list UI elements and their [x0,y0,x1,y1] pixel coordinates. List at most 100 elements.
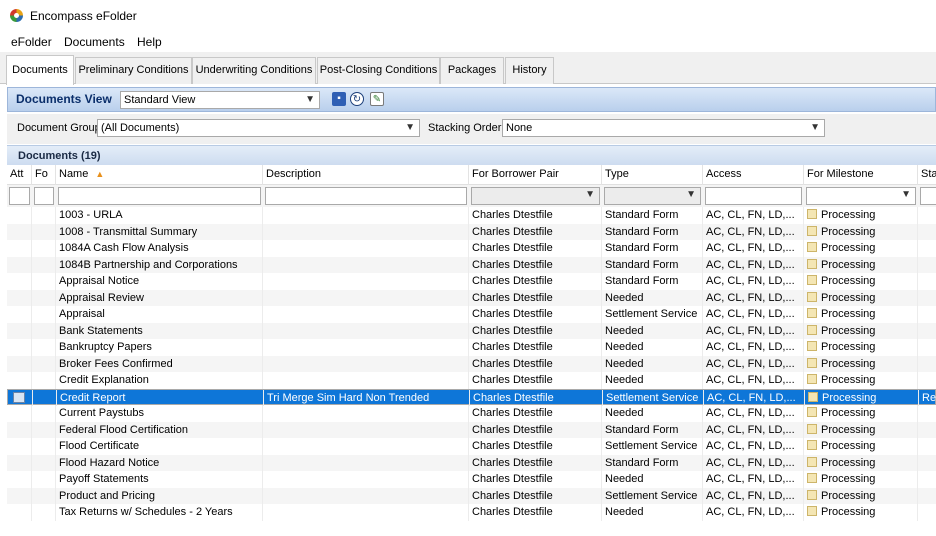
fo-filter-input[interactable] [34,187,54,205]
column-header-description[interactable]: Description [263,165,469,185]
status-filter-input[interactable] [920,187,936,205]
column-header-milestone[interactable]: For Milestone [804,165,918,185]
document-access: AC, CL, FN, LD,... [703,306,804,323]
folder-cell [32,339,56,356]
milestone-icon [807,440,817,450]
column-header-access[interactable]: Access [703,165,804,185]
document-status [918,323,936,340]
document-milestone: Processing [804,289,918,306]
refresh-icon[interactable]: ↻ [350,92,364,106]
column-header-fo[interactable]: Fo [32,165,56,185]
document-name: Credit Report [57,389,264,406]
column-header-att[interactable]: Att [7,165,32,185]
milestone-icon [808,391,818,402]
document-name: Flood Hazard Notice [56,454,263,471]
access-filter-input[interactable] [705,187,802,205]
document-name: Current Paystubs [56,405,263,422]
menu-help[interactable]: Help [137,35,162,49]
milestone-icon [807,258,817,269]
document-description [263,223,469,240]
document-description [263,438,469,455]
table-row[interactable]: 1084A Cash Flow Analysis Charles Dtestfil… [7,240,936,257]
table-row[interactable]: Credit Explanation Charles Dtestfile Neede… [7,372,936,389]
document-type: Needed [602,339,703,356]
document-access: AC, CL, FN, LD,... [703,273,804,290]
table-row[interactable]: Bank Statements Charles Dtestfile Needed AC… [7,322,936,340]
borrower-pair-filter-select[interactable]: ▼ [471,187,600,205]
menu-efolder[interactable]: eFolder [11,35,52,49]
milestone-icon [807,357,817,368]
document-status [918,372,936,389]
column-header-type[interactable]: Type [602,165,703,185]
filter-row: ▼ ▼ ▼ [7,185,936,207]
table-row[interactable]: Appraisal Notice Charles Dtestfile Standar… [7,273,936,290]
table-row[interactable]: Appraisal Charles Dtestfile Settlement Ser… [7,306,936,323]
folder-cell [32,471,56,488]
folder-cell [32,504,56,521]
table-row[interactable]: Product and Pricing Charles Dtestfile Sett… [7,487,936,505]
attachment-cell [7,504,32,521]
milestone-icon [807,407,817,417]
milestone-label: Processing [821,324,876,337]
table-row[interactable]: Credit Report Tri Merge Sim Hard Non Tren… [7,388,936,406]
document-status [918,504,936,521]
document-name: Tax Returns w/ Schedules - 2 Years [56,504,263,521]
menu-documents[interactable]: Documents [64,35,125,49]
document-milestone: Processing [804,454,918,471]
borrower-pair: Charles Dtestfile [470,389,603,406]
tab-post-closing-conditions[interactable]: Post-Closing Conditions [317,57,440,84]
tab-strip: Documents Preliminary Conditions Underwr… [0,52,936,85]
document-description [263,504,469,521]
table-row[interactable]: 1008 - Transmittal Summary Charles Dtestf… [7,223,936,240]
document-group-select[interactable]: (All Documents) ▼ [97,119,420,137]
table-row[interactable]: Federal Flood Certification Charles Dtest… [7,421,936,439]
document-status [918,455,936,472]
document-access: AC, CL, FN, LD,... [703,487,804,504]
tab-preliminary-conditions[interactable]: Preliminary Conditions [75,57,192,84]
table-row[interactable]: Bankruptcy Papers Charles Dtestfile Needed… [7,339,936,356]
name-filter-input[interactable] [58,187,261,205]
encompass-logo-icon [10,9,23,22]
milestone-filter-select[interactable]: ▼ [806,187,916,205]
chevron-down-icon: ▼ [686,189,696,200]
column-headers: Att Fo Name ▲ Description For Borrower P… [7,165,936,185]
table-row[interactable]: Appraisal Review Charles Dtestfile Needed A… [7,289,936,306]
stacking-order-select[interactable]: None ▼ [502,119,825,137]
view-select[interactable]: Standard View ▼ [120,91,320,109]
document-status [918,422,936,439]
description-filter-input[interactable] [265,187,467,205]
borrower-pair: Charles Dtestfile [469,339,602,356]
view-select-value: Standard View [124,94,196,106]
att-filter-input[interactable] [9,187,30,205]
tab-documents[interactable]: Documents [6,55,74,85]
document-description [263,207,469,224]
milestone-icon [807,341,817,351]
tab-packages[interactable]: Packages [440,57,504,84]
folder-cell [33,389,57,406]
document-name: Bank Statements [56,322,263,339]
milestone-label: Processing [821,489,876,502]
column-header-name[interactable]: Name ▲ [56,165,263,185]
save-icon[interactable]: ▪ [332,92,346,106]
tab-underwriting-conditions[interactable]: Underwriting Conditions [192,57,316,84]
folder-cell [32,372,56,389]
table-row[interactable]: Flood Certificate Charles Dtestfile Settle… [7,438,936,455]
tab-history[interactable]: History [505,57,554,84]
table-row[interactable]: 1084B Partnership and Corporations Charle… [7,256,936,273]
milestone-label: Processing [821,440,876,452]
column-header-borrower-pair[interactable]: For Borrower Pair [469,165,602,185]
table-row[interactable]: Broker Fees Confirmed Charles Dtestfile Ne… [7,355,936,372]
type-filter-select[interactable]: ▼ [604,187,701,205]
table-row[interactable]: Current Paystubs Charles Dtestfile Needed A… [7,405,936,422]
chevron-down-icon: ▼ [585,189,595,200]
folder-cell [32,487,56,504]
folder-cell [32,421,56,438]
table-row[interactable]: Tax Returns w/ Schedules - 2 Years Charle… [7,504,936,521]
edit-icon[interactable]: ✎ [370,92,384,106]
column-header-status[interactable]: Sta [918,165,936,185]
document-status [918,488,936,505]
attachment-image-icon[interactable] [13,391,25,403]
table-row[interactable]: 1003 - URLA Charles Dtestfile Standard For… [7,207,936,224]
table-row[interactable]: Flood Hazard Notice Charles Dtestfile Stan… [7,454,936,472]
table-row[interactable]: Payoff Statements Charles Dtestfile Needed… [7,471,936,488]
